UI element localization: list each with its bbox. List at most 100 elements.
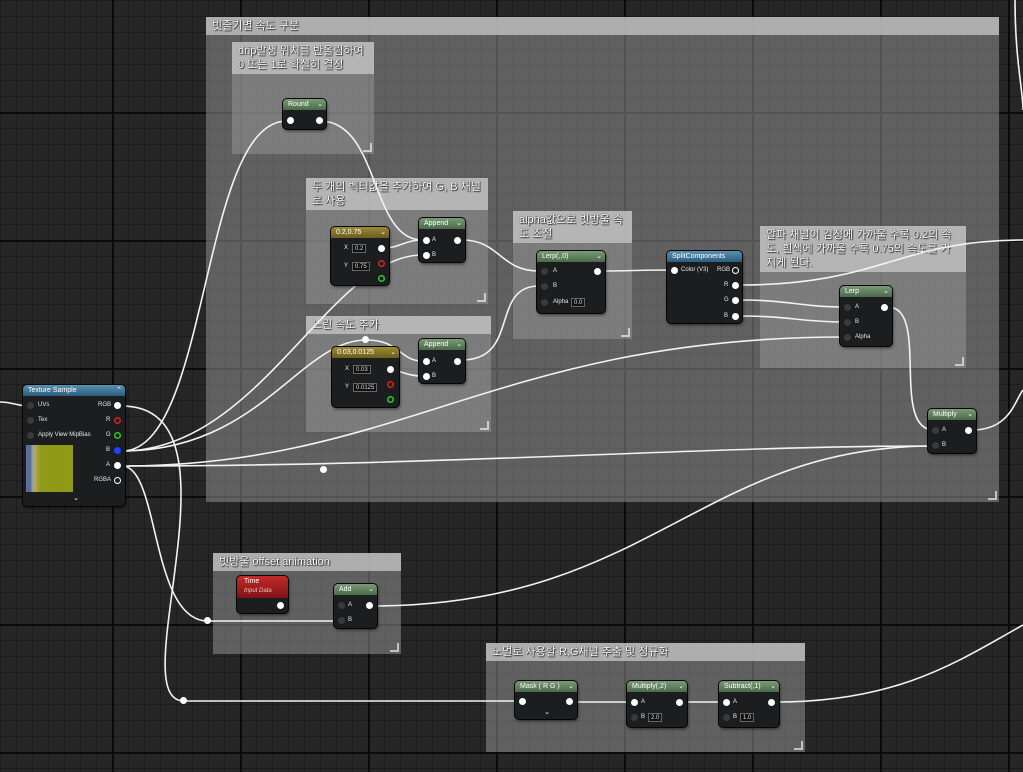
- input-pin-mipbias[interactable]: [27, 432, 34, 439]
- chevron-down-icon[interactable]: ⌄: [770, 681, 776, 692]
- b-value-field[interactable]: 1.0: [740, 713, 755, 722]
- node-split-components[interactable]: SplitComponents Color (V3) RGB R G B: [667, 251, 742, 323]
- output-pin[interactable]: [316, 117, 323, 124]
- chevron-down-icon[interactable]: ⌄: [596, 251, 602, 262]
- pin-label: R: [106, 417, 111, 423]
- y-value-field[interactable]: 0.75: [352, 262, 370, 271]
- input-pin-a[interactable]: [844, 304, 851, 311]
- node-constant2vector-1[interactable]: 0.2,0.75 ⌄ X 0.2 Y 0.75: [331, 227, 389, 285]
- x-value-field[interactable]: 0.03: [353, 365, 371, 374]
- input-pin-a[interactable]: [541, 268, 548, 275]
- node-header: Texture Sample ⌃: [23, 385, 125, 396]
- input-pin-alpha[interactable]: [844, 334, 851, 341]
- input-pin-a[interactable]: [423, 237, 430, 244]
- node-title: Mask ( R G ): [520, 683, 560, 690]
- input-pin-b[interactable]: [844, 319, 851, 326]
- output-pin[interactable]: [881, 304, 888, 311]
- chevron-down-icon[interactable]: ⌄: [390, 347, 396, 358]
- output-pin[interactable]: [387, 366, 394, 373]
- output-pin[interactable]: [454, 237, 461, 244]
- node-lerp-2[interactable]: Lerp ⌄ A B Alpha: [840, 286, 892, 346]
- reroute-knot[interactable]: [362, 336, 369, 343]
- output-pin[interactable]: [965, 427, 972, 434]
- input-pin[interactable]: [519, 698, 526, 705]
- output-pin[interactable]: [594, 268, 601, 275]
- input-pin-b[interactable]: [932, 442, 939, 449]
- y-value-field[interactable]: 0.0125: [353, 383, 378, 392]
- node-texture-sample[interactable]: Texture Sample ⌃ UVs Tex Apply View MipB…: [23, 385, 125, 506]
- output-pin-rgb[interactable]: [114, 402, 121, 409]
- output-pin[interactable]: [566, 698, 573, 705]
- input-pin-alpha[interactable]: [541, 299, 548, 306]
- alpha-value-field[interactable]: 0.0: [571, 298, 586, 307]
- output-pin-r[interactable]: [732, 282, 739, 289]
- input-pin-b[interactable]: [338, 617, 345, 624]
- input-pin-tex[interactable]: [27, 417, 34, 424]
- chevron-down-icon[interactable]: ⌄: [544, 708, 550, 716]
- output-pin-g[interactable]: [732, 297, 739, 304]
- node-subtract[interactable]: Subtract(,1) ⌄ A B 1.0: [719, 681, 779, 727]
- reroute-knot[interactable]: [320, 466, 327, 473]
- node-time[interactable]: Time Input Data: [237, 576, 288, 613]
- output-pin-r[interactable]: [387, 381, 394, 388]
- b-value-field[interactable]: 2.0: [648, 713, 663, 722]
- input-pin[interactable]: [287, 117, 294, 124]
- pin-label: A: [432, 358, 437, 364]
- input-pin-uvs[interactable]: [27, 402, 34, 409]
- node-round[interactable]: Round ⌄: [283, 99, 326, 129]
- output-pin-b[interactable]: [732, 313, 739, 320]
- chevron-down-icon[interactable]: ⌄: [967, 409, 973, 420]
- output-pin[interactable]: [277, 602, 284, 609]
- input-pin-a[interactable]: [338, 602, 345, 609]
- output-pin-rgb[interactable]: [732, 267, 739, 274]
- reroute-knot[interactable]: [204, 617, 211, 624]
- output-pin-a[interactable]: [114, 462, 121, 469]
- node-multiply-2[interactable]: Multiply(,2) ⌄ A B 2.0: [627, 681, 687, 727]
- chevron-down-icon[interactable]: ⌄: [678, 681, 684, 692]
- output-pin[interactable]: [378, 245, 385, 252]
- input-pin-a[interactable]: [631, 699, 638, 706]
- output-pin[interactable]: [768, 699, 775, 706]
- input-pin-a[interactable]: [932, 427, 939, 434]
- chevron-down-icon[interactable]: ⌄: [456, 218, 462, 229]
- chevron-down-icon[interactable]: ⌄: [568, 681, 574, 692]
- node-lerp-1[interactable]: Lerp(,,0) ⌄ A B Alpha 0.0: [537, 251, 605, 313]
- pin-label: A: [432, 237, 437, 243]
- chevron-down-icon[interactable]: ⌄: [368, 584, 374, 595]
- node-multiply-1[interactable]: Multiply ⌄ A B: [928, 409, 976, 453]
- input-pin-b[interactable]: [723, 714, 730, 721]
- output-pin[interactable]: [366, 602, 373, 609]
- input-pin-a[interactable]: [423, 358, 430, 365]
- chevron-down-icon[interactable]: ⌄: [317, 99, 323, 110]
- chevron-up-icon[interactable]: ⌃: [116, 385, 122, 396]
- output-pin-rgba[interactable]: [114, 477, 121, 484]
- x-value-field[interactable]: 0.2: [352, 244, 367, 253]
- chevron-down-icon[interactable]: ⌄: [883, 286, 889, 297]
- wire-append2-to-lerp: [461, 285, 540, 361]
- chevron-down-icon[interactable]: ⌄: [456, 339, 462, 350]
- input-pin-b[interactable]: [423, 252, 430, 259]
- output-pin-b[interactable]: [114, 447, 121, 454]
- node-add[interactable]: Add ⌄ A B: [334, 584, 377, 628]
- texture-preview-thumbnail: [26, 445, 73, 492]
- input-pin-b[interactable]: [631, 714, 638, 721]
- output-pin-g[interactable]: [378, 275, 385, 282]
- output-pin-g[interactable]: [114, 432, 121, 439]
- chevron-down-icon[interactable]: ⌄: [380, 227, 386, 238]
- node-append-1[interactable]: Append ⌄ A B: [419, 218, 465, 262]
- node-append-2[interactable]: Append ⌄ A B: [419, 339, 465, 383]
- reroute-knot[interactable]: [180, 697, 187, 704]
- output-pin-r[interactable]: [114, 417, 121, 424]
- input-pin-b[interactable]: [541, 283, 548, 290]
- input-pin-a[interactable]: [723, 699, 730, 706]
- chevron-down-icon[interactable]: ⌄: [73, 494, 79, 502]
- node-mask-rg[interactable]: Mask ( R G ) ⌄ ⌄: [515, 681, 577, 719]
- node-title: Lerp(,,0): [542, 253, 569, 260]
- node-constant2vector-2[interactable]: 0.03,0.0125 ⌄ X 0.03 Y 0.0125: [332, 347, 399, 407]
- output-pin[interactable]: [676, 699, 683, 706]
- output-pin[interactable]: [454, 358, 461, 365]
- input-pin-color[interactable]: [671, 267, 678, 274]
- input-pin-b[interactable]: [423, 373, 430, 380]
- output-pin-g[interactable]: [387, 396, 394, 403]
- output-pin-r[interactable]: [378, 260, 385, 267]
